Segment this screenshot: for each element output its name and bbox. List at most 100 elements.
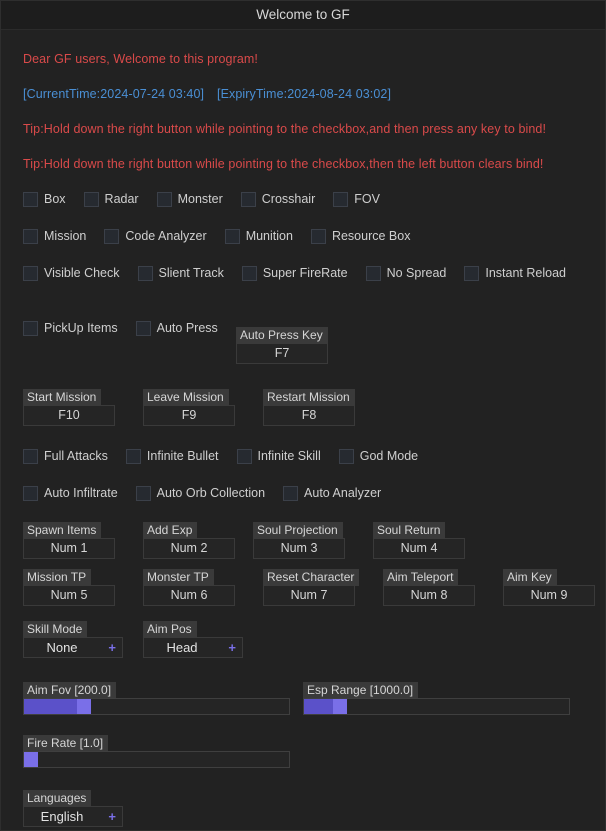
keybind-label: Aim Teleport — [383, 569, 459, 586]
dropdown-label: Languages — [23, 790, 92, 807]
checkbox-code-analyzer[interactable]: Code Analyzer — [104, 225, 207, 247]
keybind-value[interactable]: Num 7 — [263, 585, 355, 606]
keybind-auto-press-key[interactable]: Auto Press Key F7 — [236, 326, 328, 364]
checkbox-visible-check[interactable]: Visible Check — [23, 262, 120, 284]
keybind-value[interactable]: Num 2 — [143, 538, 235, 559]
keybind-value[interactable]: Num 6 — [143, 585, 235, 606]
keybind-label: Add Exp — [143, 522, 198, 539]
checkbox-indicator-icon — [83, 191, 99, 207]
checkbox-no-spread[interactable]: No Spread — [365, 262, 447, 284]
keybind-aim-key[interactable]: Aim Key Num 9 — [503, 568, 595, 606]
keybind-soul-return[interactable]: Soul Return Num 4 — [373, 521, 465, 559]
checkbox-label: Instant Reload — [485, 266, 566, 280]
checkbox-row-mission: Mission Code Analyzer Munition Resource … — [23, 225, 410, 247]
keybind-add-exp[interactable]: Add Exp Num 2 — [143, 521, 235, 559]
slider-handle[interactable] — [24, 752, 38, 767]
keybind-label: Monster TP — [143, 569, 214, 586]
checkbox-label: Auto Orb Collection — [156, 486, 266, 500]
keybind-value[interactable]: F8 — [263, 405, 355, 426]
checkbox-auto-infiltrate[interactable]: Auto Infiltrate — [23, 482, 118, 504]
checkbox-row-esp: Box Radar Monster Crosshair FOV — [23, 188, 380, 210]
checkbox-god-mode[interactable]: God Mode — [338, 445, 419, 467]
checkbox-indicator-icon — [135, 320, 151, 336]
keybind-spawn-items[interactable]: Spawn Items Num 1 — [23, 521, 115, 559]
expand-plus-icon[interactable]: + — [108, 638, 116, 657]
slider-label: Esp Range [1000.0] — [303, 682, 419, 699]
keybind-soul-projection[interactable]: Soul Projection Num 3 — [253, 521, 345, 559]
keybind-value[interactable]: Num 9 — [503, 585, 595, 606]
dropdown-aim-pos[interactable]: Aim Pos Head + — [143, 620, 243, 658]
keybind-label: Leave Mission — [143, 389, 229, 406]
slider-label: Fire Rate [1.0] — [23, 735, 109, 752]
checkbox-indicator-icon — [23, 265, 38, 281]
checkbox-infinite-bullet[interactable]: Infinite Bullet — [125, 445, 219, 467]
checkbox-label: Infinite Skill — [257, 449, 321, 463]
keybind-value[interactable]: F9 — [143, 405, 235, 426]
keybind-value[interactable]: F7 — [236, 343, 328, 364]
checkbox-fov[interactable]: FOV — [333, 188, 380, 210]
dropdown-value-box[interactable]: None + — [23, 637, 123, 658]
keybind-value[interactable]: Num 8 — [383, 585, 475, 606]
dropdown-skill-mode[interactable]: Skill Mode None + — [23, 620, 123, 658]
slider-handle[interactable] — [77, 699, 91, 714]
checkbox-auto-orb-collection[interactable]: Auto Orb Collection — [135, 482, 266, 504]
checkbox-monster[interactable]: Monster — [156, 188, 223, 210]
welcome-message: Dear GF users, Welcome to this program! — [23, 52, 258, 66]
checkbox-indicator-icon — [125, 448, 141, 464]
checkbox-infinite-skill[interactable]: Infinite Skill — [236, 445, 321, 467]
slider-aim-fov[interactable]: Aim Fov [200.0] — [23, 681, 290, 715]
keybind-mission-tp[interactable]: Mission TP Num 5 — [23, 568, 115, 606]
checkbox-indicator-icon — [283, 485, 299, 501]
current-time-label: [CurrentTime:2024-07-24 03:40] — [23, 87, 205, 101]
slider-fill — [24, 699, 77, 714]
checkbox-label: No Spread — [386, 266, 447, 280]
checkbox-label: Mission — [44, 229, 87, 243]
checkbox-super-firerate[interactable]: Super FireRate — [241, 262, 348, 284]
checkbox-auto-analyzer[interactable]: Auto Analyzer — [283, 482, 381, 504]
checkbox-instant-reload[interactable]: Instant Reload — [464, 262, 566, 284]
slider-track[interactable] — [303, 698, 570, 715]
slider-track[interactable] — [23, 698, 290, 715]
checkbox-munition[interactable]: Munition — [224, 225, 293, 247]
keybind-value[interactable]: Num 4 — [373, 538, 465, 559]
checkbox-mission[interactable]: Mission — [23, 225, 86, 247]
slider-fire-rate[interactable]: Fire Rate [1.0] — [23, 734, 290, 768]
checkbox-label: Resource Box — [331, 229, 411, 243]
checkbox-indicator-icon — [240, 191, 256, 207]
checkbox-box[interactable]: Box — [23, 188, 66, 210]
keybind-leave-mission[interactable]: Leave Mission F9 — [143, 388, 235, 426]
checkbox-crosshair[interactable]: Crosshair — [240, 188, 316, 210]
slider-track[interactable] — [23, 751, 290, 768]
checkbox-label: God Mode — [359, 449, 419, 463]
checkbox-indicator-icon — [104, 228, 120, 244]
keybind-start-mission[interactable]: Start Mission F10 — [23, 388, 115, 426]
keybind-value[interactable]: Num 5 — [23, 585, 115, 606]
keybind-label: Spawn Items — [23, 522, 102, 539]
checkbox-resource-box[interactable]: Resource Box — [310, 225, 411, 247]
keybind-reset-character[interactable]: Reset Character Num 7 — [263, 568, 360, 606]
checkbox-slient-track[interactable]: Slient Track — [137, 262, 224, 284]
slider-handle[interactable] — [333, 699, 348, 714]
keybind-aim-teleport[interactable]: Aim Teleport Num 8 — [383, 568, 475, 606]
checkbox-indicator-icon — [23, 191, 38, 207]
keybind-value[interactable]: Num 1 — [23, 538, 115, 559]
expand-plus-icon[interactable]: + — [108, 807, 116, 826]
slider-esp-range[interactable]: Esp Range [1000.0] — [303, 681, 570, 715]
keybind-restart-mission[interactable]: Restart Mission F8 — [263, 388, 355, 426]
keybind-monster-tp[interactable]: Monster TP Num 6 — [143, 568, 235, 606]
checkbox-label: Crosshair — [261, 192, 316, 206]
checkbox-label: Visible Check — [44, 266, 120, 280]
checkbox-pickup-items[interactable]: PickUp Items — [23, 317, 118, 339]
keybind-value[interactable]: Num 3 — [253, 538, 345, 559]
keybind-value[interactable]: F10 — [23, 405, 115, 426]
dropdown-value-box[interactable]: English + — [23, 806, 123, 827]
checkbox-auto-press[interactable]: Auto Press — [135, 317, 218, 339]
checkbox-full-attacks[interactable]: Full Attacks — [23, 445, 108, 467]
checkbox-radar[interactable]: Radar — [83, 188, 139, 210]
dropdown-label: Skill Mode — [23, 621, 88, 638]
expand-plus-icon[interactable]: + — [228, 638, 236, 657]
autopress-row: PickUp Items Auto Press — [23, 317, 236, 339]
dropdown-languages[interactable]: Languages English + — [23, 789, 123, 827]
checkbox-label: Radar — [104, 192, 139, 206]
dropdown-value-box[interactable]: Head + — [143, 637, 243, 658]
